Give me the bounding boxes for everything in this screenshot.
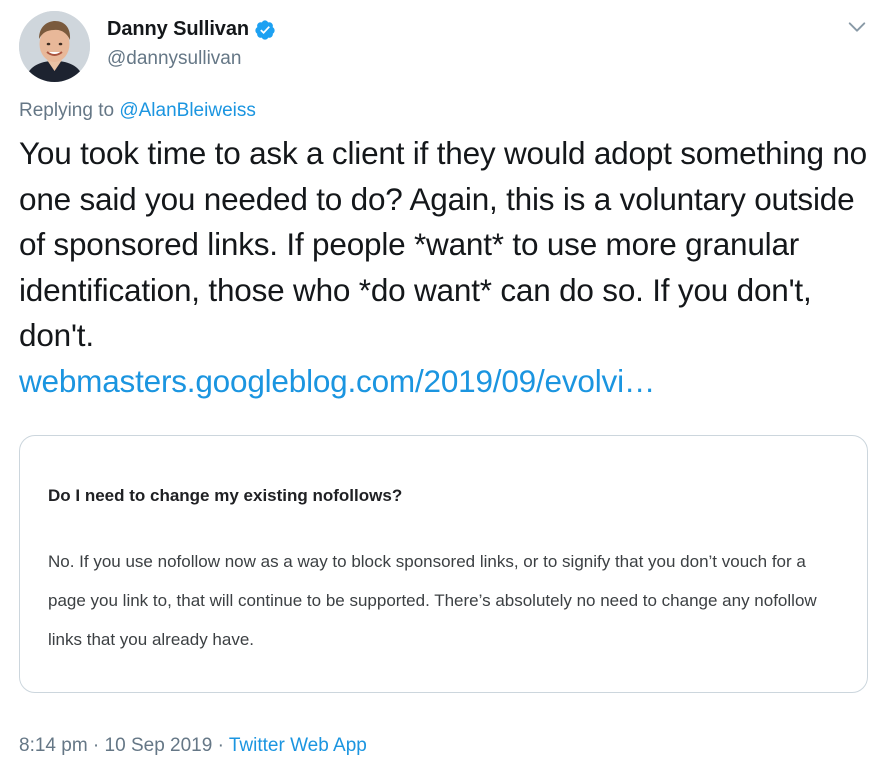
meta-separator: · [212, 735, 229, 756]
author-handle[interactable]: @dannysullivan [107, 48, 241, 70]
reply-prefix: Replying to [19, 100, 120, 121]
avatar[interactable] [19, 11, 90, 82]
tweet-metadata: 8:14 pm · 10 Sep 2019 · Twitter Web App [19, 735, 367, 757]
card-body: No. If you use nofollow now as a way to … [48, 552, 817, 649]
reply-context: Replying to @AlanBleiweiss [19, 100, 256, 122]
image-card[interactable]: Do I need to change my existing nofollow… [19, 435, 868, 693]
tweet-url-link[interactable]: webmasters.googleblog.com/2019/09/evolvi… [19, 359, 874, 405]
tweet-time[interactable]: 8:14 pm [19, 735, 88, 756]
tweet-text: You took time to ask a client if they wo… [19, 135, 867, 353]
tweet-date[interactable]: 10 Sep 2019 [105, 735, 213, 756]
author-display-name[interactable]: Danny Sullivan [107, 18, 249, 41]
chevron-down-icon[interactable] [846, 16, 868, 38]
tweet: Danny Sullivan @dannysullivan Replying t… [0, 0, 882, 778]
tweet-body: You took time to ask a client if they wo… [19, 131, 874, 404]
verified-badge-icon [255, 19, 275, 40]
tweet-source-link[interactable]: Twitter Web App [229, 735, 367, 756]
card-heading: Do I need to change my existing nofollow… [48, 486, 403, 505]
reply-to-handle-link[interactable]: @AlanBleiweiss [119, 100, 256, 121]
author-name-row: Danny Sullivan [107, 18, 276, 41]
meta-separator: · [87, 735, 105, 756]
avatar-photo [19, 11, 90, 82]
